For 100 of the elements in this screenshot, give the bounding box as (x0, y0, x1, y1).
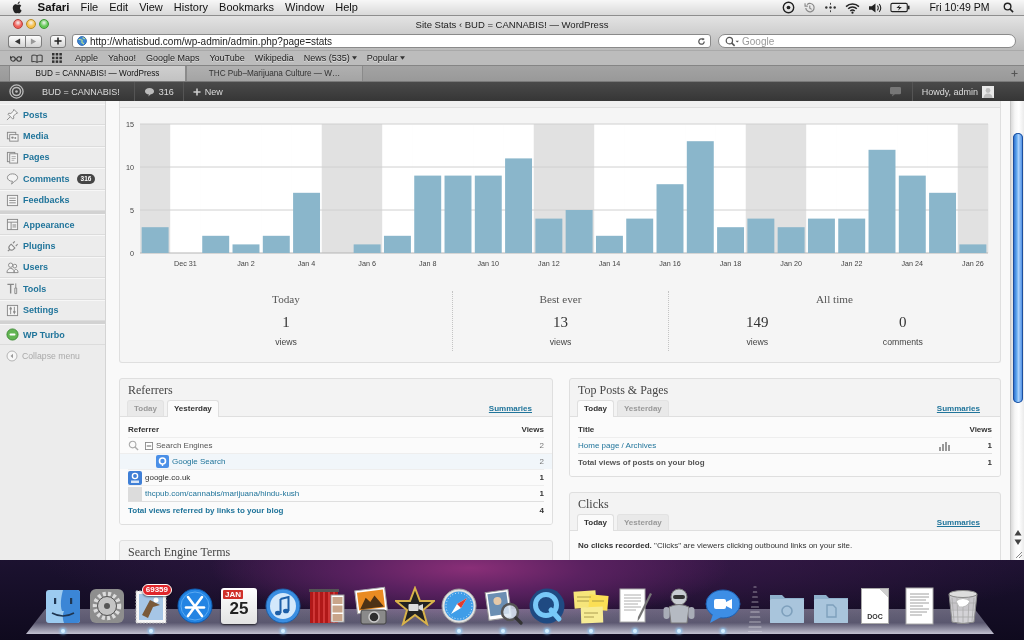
clock-arrow-icon[interactable] (802, 1, 816, 14)
menu-item[interactable]: Edit (103, 0, 134, 15)
round-logo-icon[interactable] (9, 84, 24, 99)
calendar-tile[interactable]: JAN 25 (221, 588, 257, 624)
referrer-link[interactable]: thcpub.com/cannabis/marijuana/hindu-kush (145, 489, 537, 498)
glasses-icon[interactable] (10, 54, 22, 62)
ring-tail-icon[interactable] (527, 586, 567, 626)
panel-title: Search Engine Terms (127, 544, 232, 560)
menu-item[interactable]: Bookmarks (213, 0, 280, 15)
stat-unit: views (275, 336, 297, 348)
browser-tab[interactable]: THC Pub–Marijuana Culture — W… (186, 66, 363, 81)
avatar-icon (982, 85, 994, 98)
forward-button[interactable] (25, 34, 42, 48)
bookmark-link[interactable]: Wikipedia (249, 53, 299, 63)
chart-bar (959, 244, 987, 253)
music-note-icon[interactable] (263, 586, 303, 626)
search-icon[interactable] (725, 35, 739, 47)
menu-item[interactable]: Help (329, 0, 364, 15)
column-header: Title (578, 424, 596, 434)
account-menu[interactable]: Howdy, admin (912, 82, 1024, 101)
views-count: 2 (539, 441, 544, 450)
maximize-icon[interactable] (39, 19, 49, 29)
views-count: 1 (539, 473, 544, 482)
circle-icon (6, 328, 19, 342)
summaries-link[interactable]: Summaries (488, 403, 532, 413)
down-arrow-icon[interactable] (1013, 539, 1022, 546)
close-icon[interactable] (13, 19, 23, 29)
caret-down-icon[interactable] (399, 56, 405, 60)
summaries-link[interactable]: Summaries (936, 403, 980, 413)
search-icon (128, 440, 139, 451)
battery-icon[interactable] (889, 2, 910, 13)
reload-icon[interactable] (697, 36, 706, 46)
period-tab[interactable]: Today (577, 514, 614, 531)
search-icon[interactable] (1003, 2, 1014, 13)
browser-tab[interactable]: BUD = CANNABIS! — WordPress (9, 66, 186, 81)
crossed-lines-icon[interactable] (175, 586, 215, 626)
speech-bubble-icon (6, 172, 19, 186)
sidebar-item[interactable]: Pages (0, 146, 105, 169)
photos-loupe-icon[interactable] (483, 586, 523, 626)
referrer-link[interactable]: Google Search (172, 457, 537, 466)
sidebar-item[interactable]: Media (0, 125, 105, 147)
speech-bubble-icon (143, 86, 155, 97)
new-content-link[interactable]: New (183, 82, 232, 101)
app-menu[interactable]: Safari (32, 0, 75, 15)
menu-item[interactable]: Window (279, 0, 330, 15)
sidebar-item[interactable]: Settings (0, 299, 105, 321)
gear-icon[interactable] (87, 586, 127, 626)
stat-unit: comments (882, 336, 923, 348)
menu-item[interactable]: View (133, 0, 169, 15)
scrollbar[interactable] (1010, 101, 1024, 560)
add-bookmark-button[interactable] (50, 34, 66, 48)
left-triangle-icon[interactable] (13, 37, 21, 45)
minus-box-icon[interactable] (145, 441, 153, 450)
post-link[interactable]: Home page / Archives (578, 441, 936, 450)
panel-title: Referrers (127, 382, 174, 399)
menu-clock[interactable]: Fri 10:49 PM (923, 0, 995, 15)
bookmark-link[interactable]: YouTube (204, 53, 250, 63)
wifi-icon[interactable] (844, 1, 860, 14)
up-arrow-icon[interactable] (1013, 529, 1022, 536)
ring-icon[interactable] (781, 1, 795, 14)
sidebar-item[interactable]: Users (0, 256, 105, 279)
scrollbar-thumb[interactable] (1012, 133, 1023, 403)
menu-item[interactable]: History (168, 0, 214, 15)
grid-icon[interactable] (52, 53, 62, 63)
speaker-icon[interactable] (867, 1, 882, 14)
bookmark-link[interactable]: Yahoo! (103, 53, 141, 63)
menu-item[interactable]: File (74, 0, 104, 15)
right-triangle-icon[interactable] (30, 37, 37, 45)
plus-icon[interactable] (54, 37, 62, 45)
chart-bar (717, 227, 745, 253)
open-book-icon[interactable] (31, 53, 43, 63)
group-label: Search Engines (156, 441, 214, 450)
address-field[interactable]: http://whatisbud.com/wp-admin/admin.php?page=stats (72, 34, 711, 48)
sidebar-item[interactable]: WP Turbo (0, 323, 105, 346)
period-tab[interactable]: Yesterday (166, 400, 219, 417)
curtain-icon[interactable] (307, 586, 347, 626)
video-bubble-icon[interactable] (703, 586, 743, 626)
bookmark-link[interactable]: Google Maps (140, 53, 205, 63)
caret-down-icon[interactable] (351, 56, 357, 60)
summaries-link[interactable]: Summaries (936, 517, 980, 527)
dots-icon[interactable] (823, 1, 837, 14)
bookmark-menu[interactable]: News (535) (298, 53, 362, 63)
period-tab[interactable]: Today (577, 400, 614, 417)
sidebar-item[interactable]: Appearance (0, 213, 105, 236)
comments-link[interactable]: 316 (134, 82, 183, 101)
notification-badge: 69359 (141, 584, 172, 596)
camera-photo-icon[interactable] (351, 586, 391, 626)
sidebar-item[interactable]: Plugins (0, 235, 105, 257)
bar-chart-icon[interactable] (938, 440, 951, 451)
back-button[interactable] (8, 34, 25, 48)
site-name-link[interactable]: BUD = CANNABIS! (24, 82, 134, 101)
sidebar-item[interactable]: Feedbacks (0, 189, 105, 211)
compass-icon[interactable] (439, 586, 479, 626)
sidebar-item[interactable]: Tools (0, 278, 105, 300)
bookmark-link[interactable]: Apple (70, 53, 104, 63)
apple-logo-icon[interactable] (12, 1, 23, 14)
star-icon[interactable] (395, 586, 435, 626)
bookmark-menu[interactable]: Popular (361, 53, 410, 63)
chat-square-icon[interactable] (888, 86, 902, 97)
sidebar-item[interactable]: Posts (0, 104, 105, 126)
